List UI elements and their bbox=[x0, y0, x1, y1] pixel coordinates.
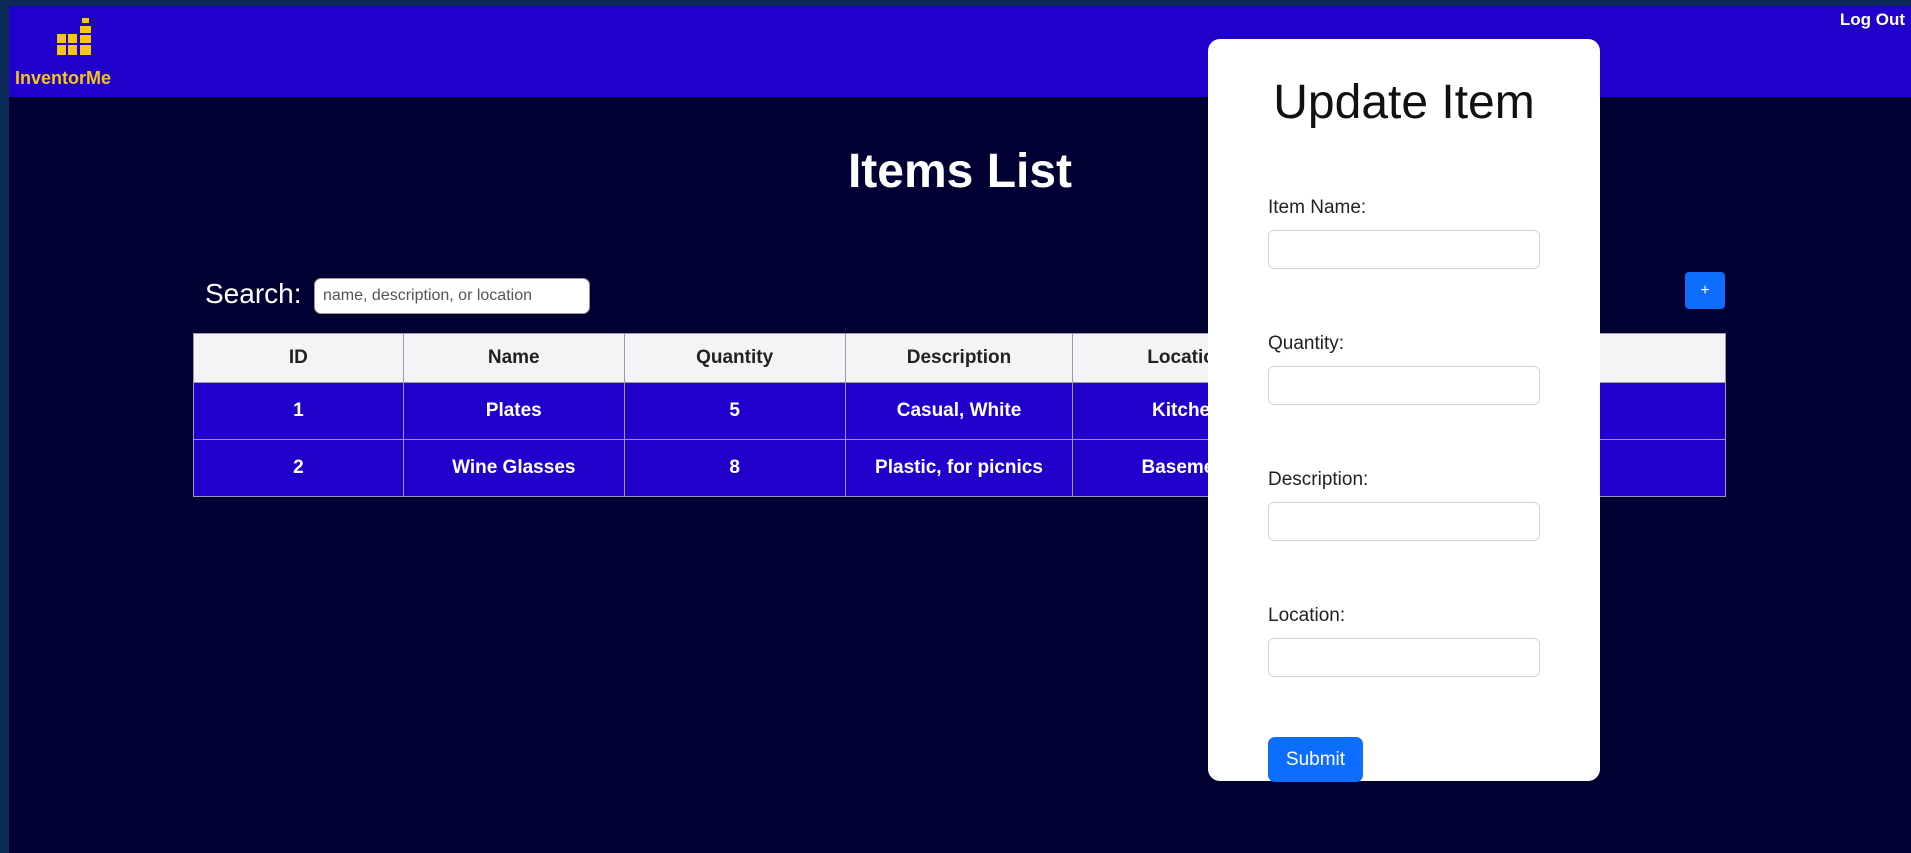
search-input[interactable] bbox=[314, 278, 590, 314]
brand[interactable]: InventorMe bbox=[15, 18, 135, 88]
cell-quantity: 5 bbox=[623, 382, 846, 440]
column-header-quantity: Quantity bbox=[623, 333, 846, 383]
cell-description: Casual, White bbox=[844, 382, 1074, 440]
search-label: Search: bbox=[205, 278, 302, 309]
submit-button[interactable]: Submit bbox=[1268, 737, 1363, 782]
description-field[interactable] bbox=[1268, 502, 1540, 541]
page-title: Items List bbox=[847, 145, 1073, 198]
quantity-label: Quantity: bbox=[1268, 333, 1345, 354]
item-name-field[interactable] bbox=[1268, 230, 1540, 269]
location-field[interactable] bbox=[1268, 638, 1540, 677]
brand-name: InventorMe bbox=[15, 68, 112, 88]
quantity-field[interactable] bbox=[1268, 366, 1540, 405]
update-item-modal: Update Item Item Name: Quantity: Descrip… bbox=[1208, 39, 1600, 782]
cell-id: 1 bbox=[193, 382, 404, 440]
logout-link[interactable]: Log Out bbox=[1840, 10, 1905, 30]
cell-name: Wine Glasses bbox=[402, 439, 625, 497]
modal-title: Update Item bbox=[1273, 76, 1535, 129]
add-item-button[interactable]: + bbox=[1685, 272, 1725, 309]
column-header-name: Name bbox=[402, 333, 625, 383]
cell-quantity: 8 bbox=[623, 439, 846, 497]
cell-name: Plates bbox=[402, 382, 625, 440]
bar-blocks-icon bbox=[55, 18, 93, 65]
location-label: Location: bbox=[1268, 605, 1346, 626]
cell-id: 2 bbox=[193, 439, 404, 497]
cell-description: Plastic, for picnics bbox=[844, 439, 1074, 497]
column-header-description: Description bbox=[844, 333, 1074, 383]
app: InventorMe Log Out Items List Search: + … bbox=[9, 6, 1911, 853]
column-header-id: ID bbox=[193, 333, 404, 383]
item-name-label: Item Name: bbox=[1268, 197, 1367, 218]
navbar: InventorMe Log Out bbox=[9, 6, 1911, 97]
description-label: Description: bbox=[1268, 469, 1369, 490]
